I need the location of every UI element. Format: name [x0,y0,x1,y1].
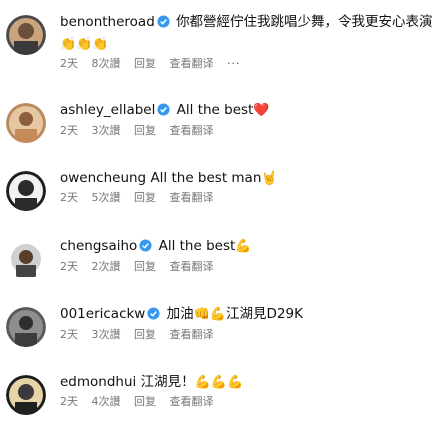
reply-button[interactable]: 回复 [134,124,156,137]
reply-button[interactable]: 回复 [134,57,156,70]
comment-text: 加油 [166,306,194,322]
verified-badge-icon [157,102,170,122]
avatar[interactable] [6,15,46,55]
comment-item: benontheroad 你都營經佇住我跳唱少舞，令我更安心表演 👏👏👏 2天 … [0,12,448,82]
muscle-emoji: 💪 [235,239,252,254]
verified-badge-icon [157,14,170,34]
reply-button[interactable]: 回复 [134,395,156,408]
comment-item: edmondhui 江湖見！💪💪💪 2天 4次讚 回复 查看翻译 [0,372,448,430]
comment-time: 2天 [60,124,78,137]
comment-text: All the best man [150,170,262,186]
avatar[interactable] [6,171,46,211]
comment-text: All the best [176,102,254,118]
reply-button[interactable]: 回复 [134,191,156,204]
avatar[interactable] [6,307,46,347]
comment-item: owencheung All the best man🤘 2天 5次讚 回复 查… [0,168,448,238]
like-count[interactable]: 8次讚 [92,57,121,70]
username[interactable]: ashley_ellabel [60,102,155,118]
translate-button[interactable]: 查看翻译 [170,57,214,70]
comment-item: chengsaiho All the best💪 2天 2次讚 回复 查看翻译 [0,236,448,306]
reply-button[interactable]: 回复 [134,260,156,273]
heart-emoji: ❤️ [253,103,270,118]
verified-badge-icon [147,306,160,326]
username[interactable]: benontheroad [60,14,155,30]
comment-time: 2天 [60,260,78,273]
comment-list: benontheroad 你都營經佇住我跳唱少舞，令我更安心表演 👏👏👏 2天 … [0,0,448,430]
more-options-icon[interactable]: ··· [227,57,241,70]
username[interactable]: chengsaiho [60,238,137,254]
avatar[interactable] [6,103,46,143]
translate-button[interactable]: 查看翻译 [170,191,214,204]
comment-time: 2天 [60,395,78,408]
verified-badge-icon [139,238,152,258]
comment-item: 001ericackw 加油👊💪江湖見D29K 2天 3次讚 回复 查看翻译 [0,304,448,374]
muscle-emoji: 💪 [209,307,227,322]
avatar[interactable] [6,239,46,279]
like-count[interactable]: 2次讚 [92,260,121,273]
translate-button[interactable]: 查看翻译 [170,395,214,408]
username[interactable]: edmondhui [60,374,136,390]
comment-time: 2天 [60,191,78,204]
clap-emoji: 👏👏👏 [60,37,109,52]
comment-time: 2天 [60,328,78,341]
like-count[interactable]: 5次讚 [92,191,121,204]
fist-emoji: 👊 [193,307,210,322]
comment-text: 江湖見！ [140,374,195,390]
like-count[interactable]: 4次讚 [92,395,121,408]
comment-item: ashley_ellabel All the best❤️ 2天 3次讚 回复 … [0,100,448,170]
translate-button[interactable]: 查看翻译 [170,124,214,137]
avatar[interactable] [6,375,46,415]
comment-text-tail: 江湖見D29K [226,306,303,322]
username[interactable]: owencheung [60,170,146,186]
comment-text: All the best [158,238,236,254]
reply-button[interactable]: 回复 [134,328,156,341]
muscle-emoji: 💪💪💪 [194,375,244,390]
comment-time: 2天 [60,57,78,70]
comment-text: 你都營經佇住我跳唱少舞，令我更安心表演 [176,14,433,30]
username[interactable]: 001ericackw [60,306,145,322]
translate-button[interactable]: 查看翻译 [170,260,214,273]
translate-button[interactable]: 查看翻译 [170,328,214,341]
like-count[interactable]: 3次讚 [92,328,121,341]
like-count[interactable]: 3次讚 [92,124,121,137]
rock-hand-emoji: 🤘 [261,171,278,186]
